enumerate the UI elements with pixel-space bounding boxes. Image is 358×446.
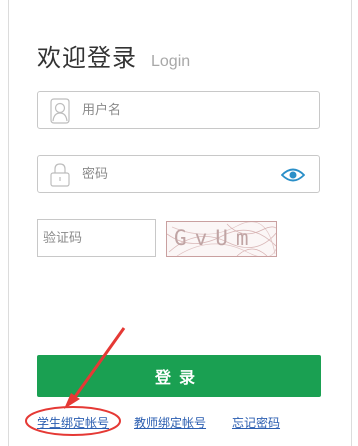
forgot-password-link[interactable]: 忘记密码 (232, 414, 280, 431)
page-title: 欢迎登录 Login (37, 38, 190, 73)
password-field[interactable] (37, 155, 320, 193)
username-input[interactable] (82, 92, 272, 128)
lock-icon (48, 162, 72, 188)
eye-icon[interactable] (280, 167, 306, 183)
captcha-text: GvUm (174, 226, 257, 250)
annotation-arrow (64, 327, 126, 409)
title-main: 欢迎登录 (37, 44, 137, 72)
captcha-image[interactable]: GvUm (166, 221, 277, 257)
student-bind-link[interactable]: 学生绑定帐号 (37, 414, 109, 431)
user-icon (48, 98, 72, 124)
captcha-field[interactable] (37, 219, 156, 257)
username-field[interactable] (37, 91, 320, 129)
captcha-input[interactable] (43, 220, 151, 256)
title-sub: Login (151, 53, 191, 70)
teacher-bind-link[interactable]: 教师绑定帐号 (134, 414, 206, 431)
password-input[interactable] (82, 156, 272, 192)
